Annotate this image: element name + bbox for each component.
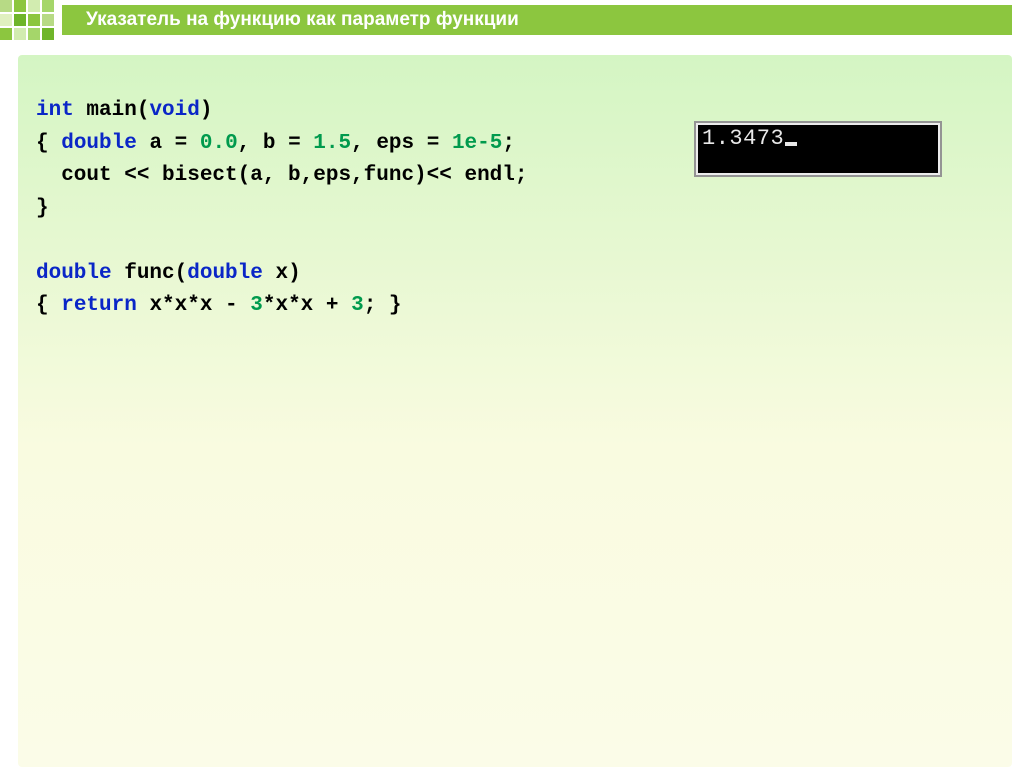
- code-line-2: { double a = 0.0, b = 1.5, eps = 1e-5;: [36, 132, 515, 155]
- slide-title: Указатель на функцию как параметр функци…: [86, 9, 519, 31]
- code-line-5: double func(double x): [36, 262, 301, 285]
- code-line-6: { return x*x*x - 3*x*x + 3; }: [36, 294, 402, 317]
- corner-decoration: [0, 0, 70, 52]
- console-output-window: 1.3473: [694, 121, 942, 177]
- code-line-3: cout << bisect(a, b,eps,func)<< endl;: [36, 164, 527, 187]
- slide: Указатель на функцию как параметр функци…: [0, 0, 1024, 767]
- code-line-1: int main(void): [36, 99, 212, 122]
- content-area: int main(void) { double a = 0.0, b = 1.5…: [18, 55, 1012, 767]
- console-output: 1.3473: [698, 125, 938, 173]
- cursor-icon: [785, 142, 797, 146]
- console-text: 1.3473: [702, 126, 784, 151]
- code-line-4: }: [36, 197, 49, 220]
- code-block: int main(void) { double a = 0.0, b = 1.5…: [36, 95, 527, 323]
- title-bar: Указатель на функцию как параметр функци…: [62, 5, 1012, 35]
